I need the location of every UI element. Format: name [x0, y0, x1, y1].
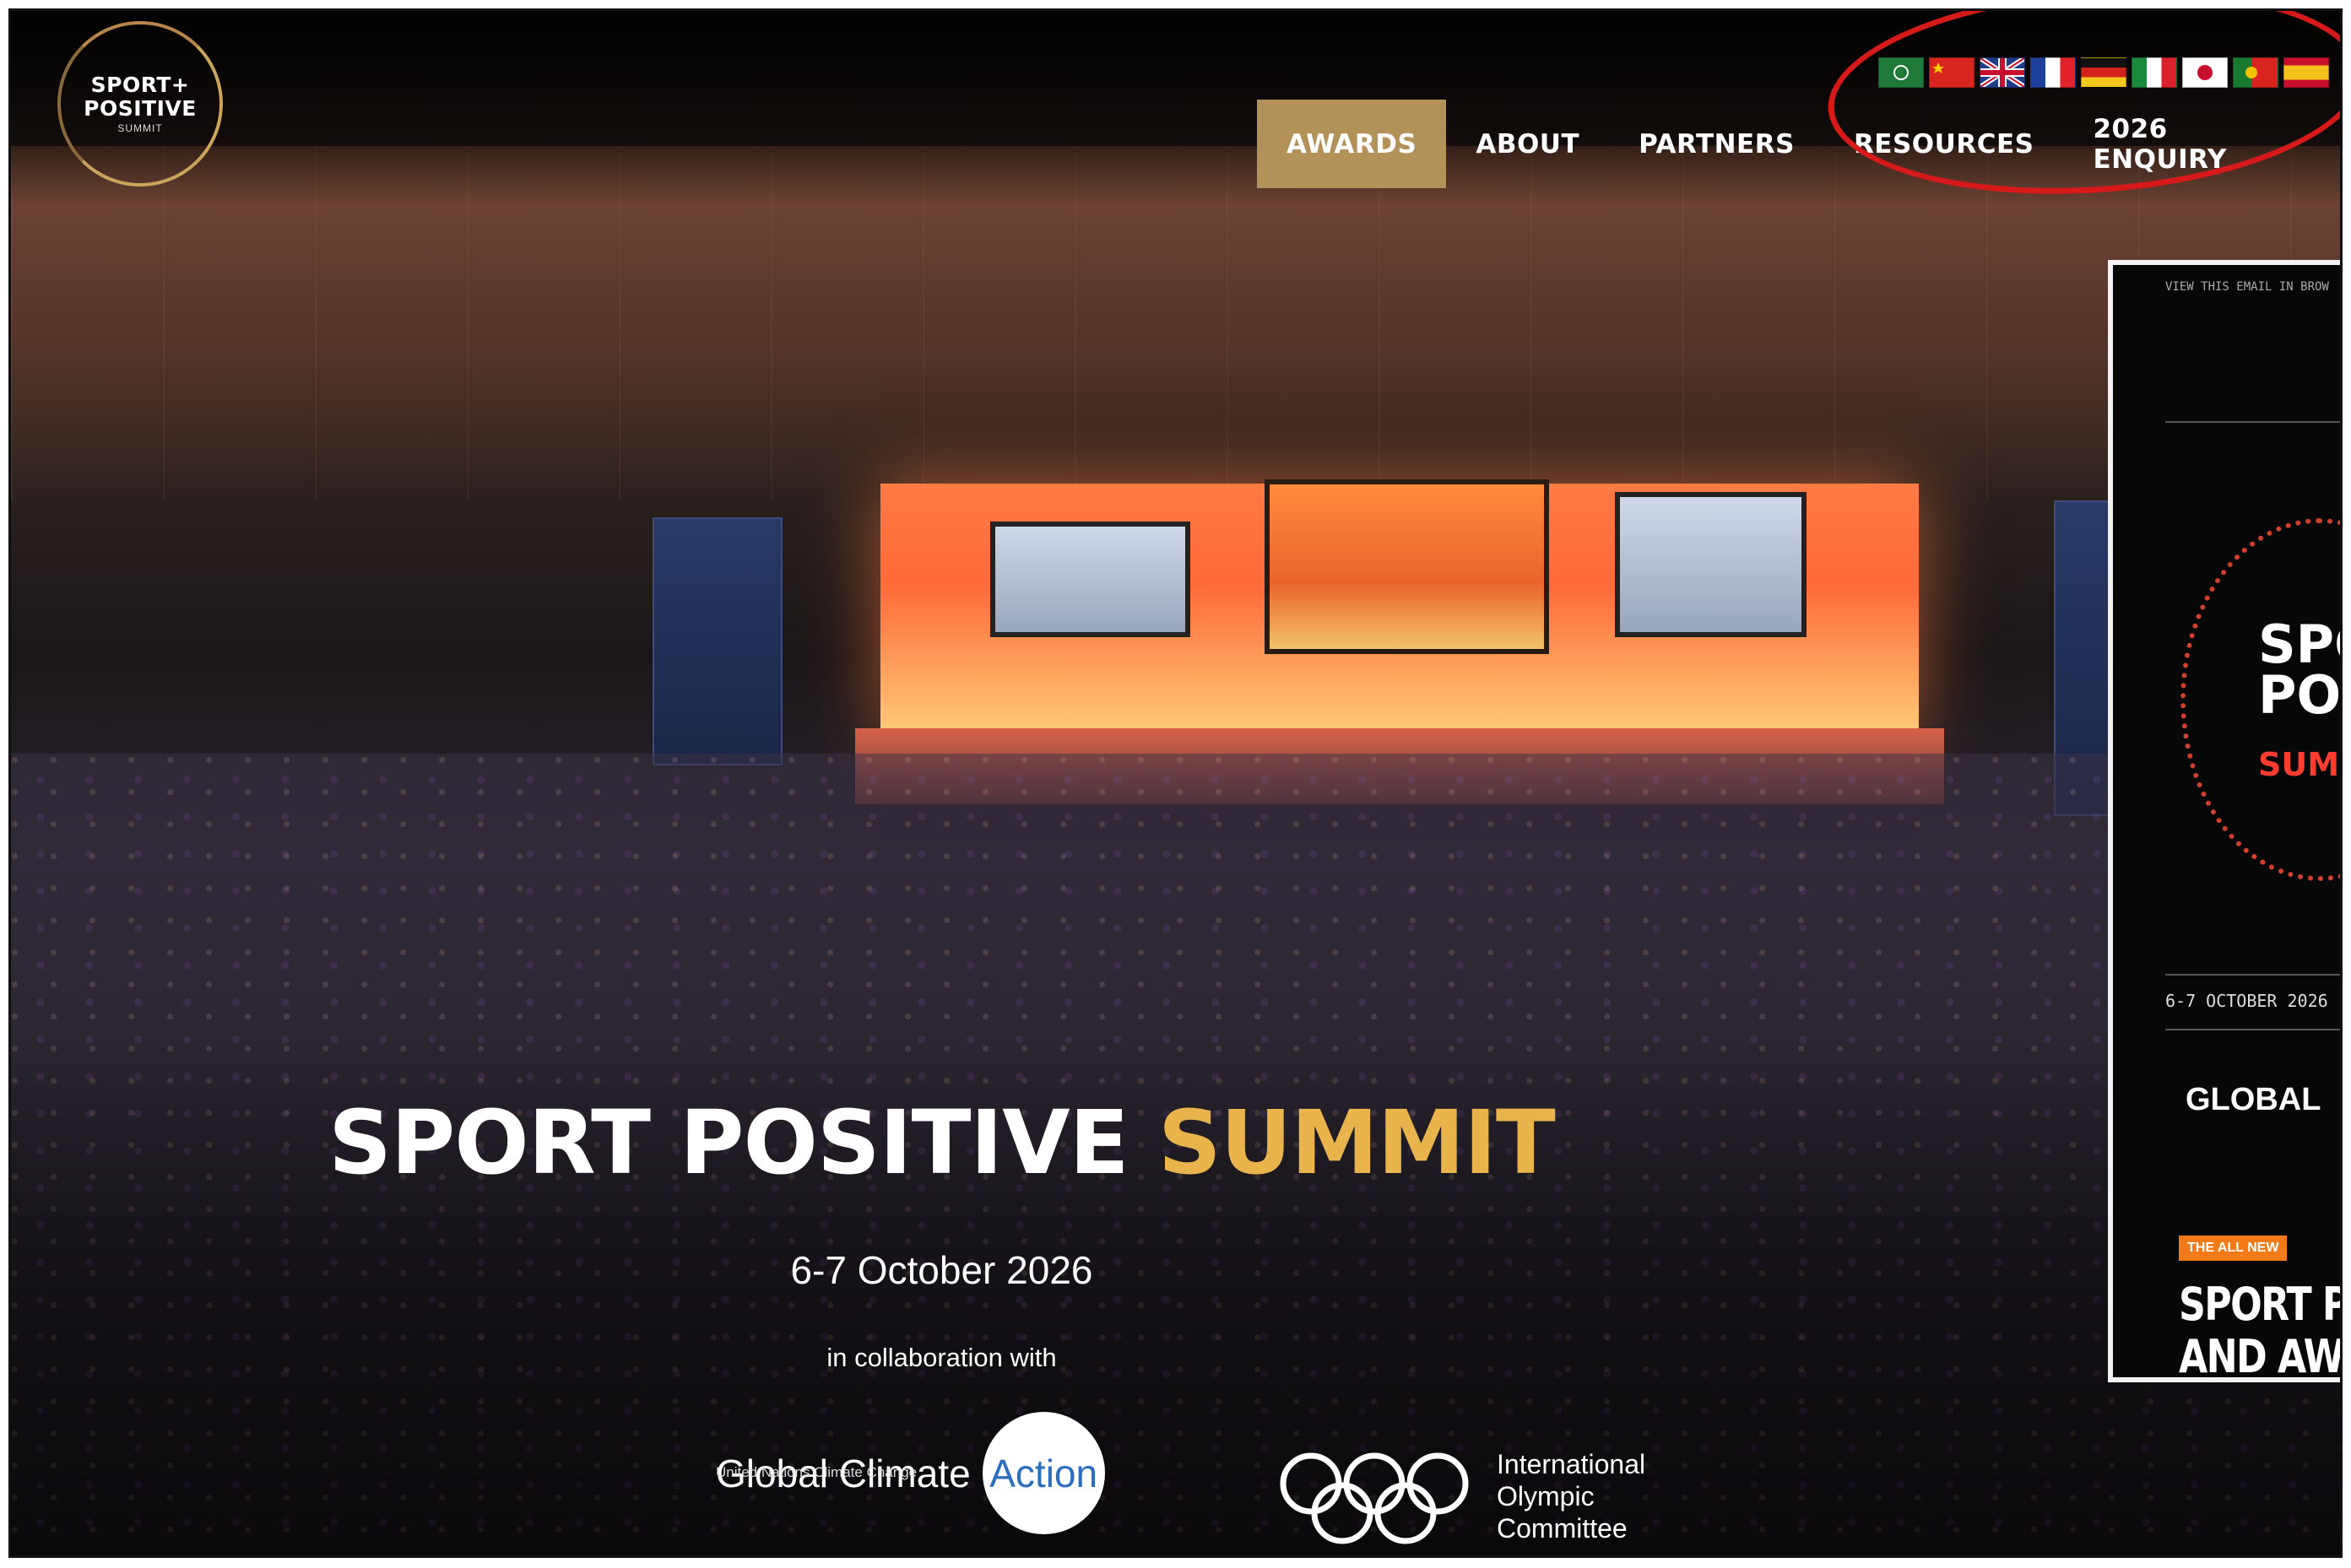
olympic-rings-icon [1280, 1452, 1469, 1544]
email-divider [2165, 974, 2340, 976]
email-new-badge: THE ALL NEW [2179, 1235, 2288, 1261]
email-headline-line-1: SPORT PO [2179, 1278, 2340, 1331]
hero-title-accent: SUMMIT [1157, 1091, 1556, 1194]
stage-screen-right [1615, 492, 1807, 637]
email-logo-summit: SUMM [2258, 746, 2340, 783]
event-date: 6-7 October 2026 [790, 1248, 1093, 1292]
view-in-browser-link[interactable]: VIEW THIS EMAIL IN BROW [2165, 280, 2329, 294]
logo-text-positive: POSITIVE [84, 96, 197, 121]
email-logo-line-1: SPO [2258, 614, 2340, 675]
hero-title-main: SPORT POSITIVE [328, 1091, 1129, 1194]
sponsor-banner-left [653, 517, 783, 765]
ioc-line-1: International [1497, 1449, 1646, 1479]
nav-partners[interactable]: PARTNERS [1609, 100, 1824, 188]
nav-about[interactable]: ABOUT [1446, 100, 1609, 188]
email-logo-text: SPO POS [2258, 614, 2342, 726]
nav-awards[interactable]: AWARDS [1257, 100, 1447, 188]
ioc-logo[interactable]: International Olympic Committee [1277, 1446, 1645, 1547]
ioc-line-3: Committee [1497, 1513, 1628, 1544]
collaboration-text: in collaboration with [826, 1343, 1057, 1372]
browser-viewport: SPORT+ POSITIVE SUMMIT AWARDS ABOUT PART… [8, 8, 2343, 1558]
ioc-line-2: Olympic [1497, 1481, 1595, 1511]
site-logo[interactable]: SPORT+ POSITIVE SUMMIT [57, 21, 223, 187]
email-date: 6-7 OCTOBER 2026 [2165, 991, 2328, 1011]
gca-subtitle: United Nations Climate Change [716, 1464, 918, 1480]
email-preview-overlay: VIEW THIS EMAIL IN BROW SPO POS SUMM 6-7… [2108, 260, 2342, 1382]
logo-text-summit: SUMMIT [117, 122, 163, 134]
ioc-name: International Olympic Committee [1497, 1448, 1645, 1544]
hero-title: SPORT POSITIVE SUMMIT [11, 1091, 2340, 1194]
global-climate-action-logo[interactable]: Global Climate United Nations Climate Ch… [716, 1412, 1105, 1534]
email-global-text: GLOBAL [2186, 1082, 2321, 1117]
stage-screen-center [1265, 479, 1549, 654]
email-headline-line-2: AND AWA [2179, 1330, 2342, 1382]
email-logo-line-2: POS [2258, 664, 2342, 726]
logo-text-sport: SPORT+ [90, 73, 190, 97]
email-divider [2165, 1029, 2340, 1030]
stage-screen-left [990, 522, 1190, 637]
gca-action-badge: Action [982, 1412, 1105, 1534]
email-divider [2165, 421, 2340, 423]
